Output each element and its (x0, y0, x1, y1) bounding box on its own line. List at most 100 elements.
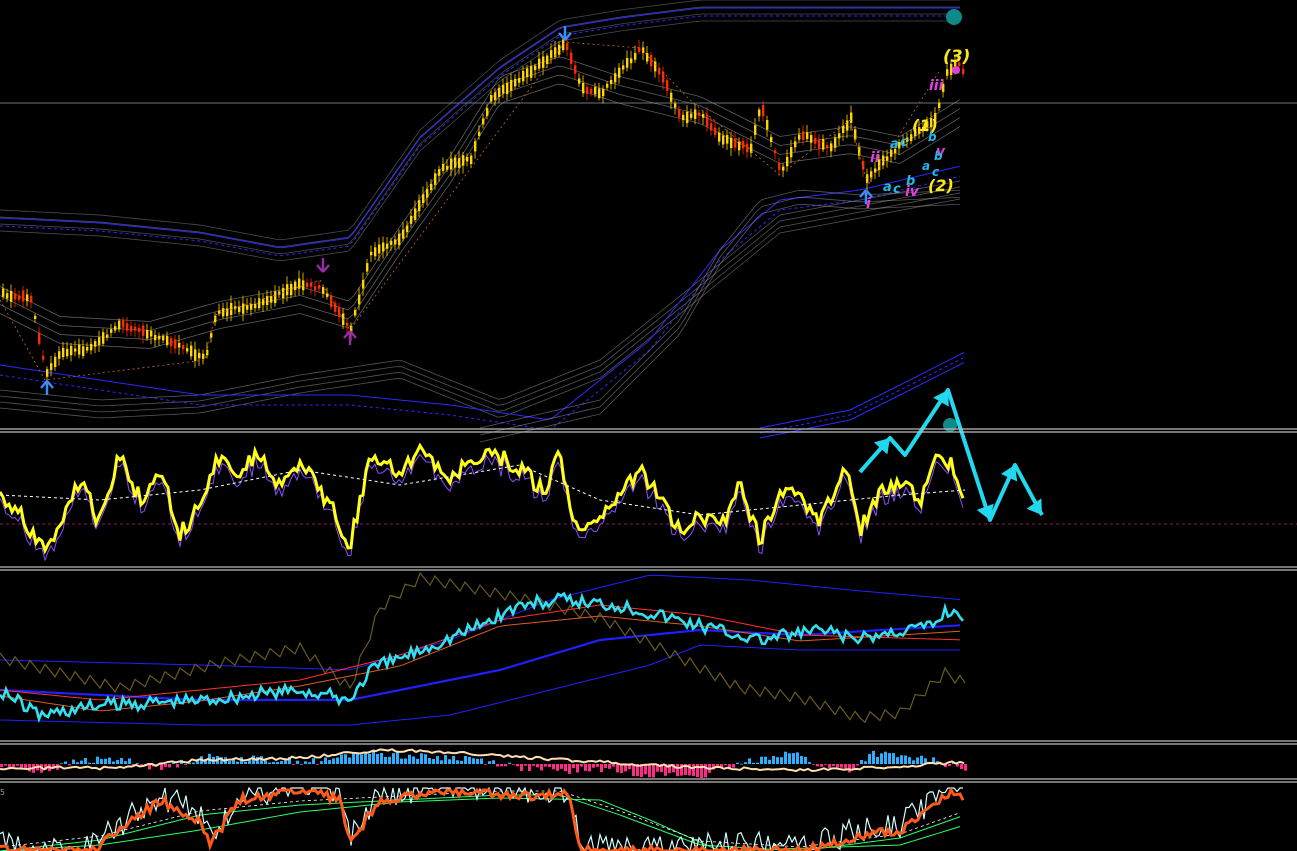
histogram-bar-negative (612, 764, 615, 767)
histogram-bar-negative (820, 764, 823, 767)
ma-upper-band-line (0, 574, 961, 671)
histogram-bar-negative (836, 764, 839, 768)
histogram-bar-negative (504, 764, 507, 767)
histogram-bar-negative (584, 764, 587, 771)
price-candle (158, 335, 161, 340)
wave-pivot-dot (952, 66, 960, 74)
histogram-bar-positive (736, 762, 739, 764)
histogram-bar-negative (608, 764, 611, 769)
price-candle (50, 363, 53, 371)
histogram-bar-positive (84, 758, 87, 764)
price-candle (546, 55, 549, 64)
histogram-bar-positive (880, 753, 883, 764)
wave-label-corrective-c: c (893, 182, 901, 197)
price-candle (502, 84, 505, 94)
price-candle (838, 133, 841, 139)
histogram-bar-negative (560, 764, 563, 769)
histogram-bar-negative (648, 764, 651, 778)
histogram-bar-negative (596, 764, 599, 767)
histogram-bar-positive (264, 760, 267, 764)
price-zigzag-line (0, 41, 941, 381)
histogram-bar-negative (512, 764, 515, 765)
histogram-bar-positive (344, 754, 347, 764)
price-candle (262, 299, 265, 306)
wave-label-corrective-b: b (934, 149, 943, 163)
price-candle (86, 346, 89, 351)
price-candle (498, 87, 501, 97)
histogram-bar-positive (908, 757, 911, 764)
histogram-bar-negative (0, 764, 3, 768)
price-candle (122, 320, 125, 328)
price-candle (138, 327, 141, 332)
price-candle (22, 290, 25, 302)
chart-canvas: (3)(1)(2)iiiiiivvia cba cba c b (0, 0, 1297, 851)
histogram-bar-positive (280, 761, 283, 764)
price-candle (286, 284, 289, 296)
price-candle (242, 303, 245, 314)
wave-label-minor-i: i (866, 196, 871, 212)
price-candle (118, 320, 121, 330)
price-candle (778, 162, 781, 170)
histogram-bar-positive (60, 763, 63, 765)
histogram-bar-negative (832, 764, 835, 767)
price-candle (362, 279, 365, 289)
price-candle (450, 158, 453, 170)
histogram-bar-positive (400, 758, 403, 764)
histogram-bar-positive (860, 759, 863, 764)
price-candle (566, 43, 569, 51)
histogram-bar-positive (460, 760, 463, 764)
wave-label-corrective-a: a (890, 137, 899, 152)
price-candle (382, 242, 385, 252)
price-candle (162, 336, 165, 341)
price-upper-envelope-line (0, 0, 960, 241)
histogram-bar-positive (916, 757, 919, 764)
histogram-bar-positive (124, 761, 127, 764)
price-candle (218, 310, 221, 314)
histogram-bar-negative (592, 764, 595, 768)
price-candle (246, 305, 249, 310)
price-candle (282, 287, 285, 299)
price-candle (690, 113, 693, 118)
price-candle (438, 169, 441, 176)
histogram-bar-positive (800, 756, 803, 764)
histogram-bar-positive (440, 760, 443, 764)
price-candle (698, 112, 701, 116)
price-candle (634, 52, 637, 60)
histogram-bar-positive (108, 757, 111, 764)
price-candle (6, 293, 9, 299)
histogram-bar-negative (316, 764, 319, 765)
price-candle (426, 188, 429, 198)
price-candle (882, 155, 885, 166)
price-candle (482, 118, 485, 125)
histogram-bar-positive (76, 762, 79, 764)
price-mid-envelope-line (0, 83, 961, 349)
histogram-bar-positive (236, 761, 239, 764)
price-candle (102, 332, 105, 344)
price-candle (134, 326, 137, 331)
price-candle (738, 141, 741, 151)
histogram-bar-positive (348, 757, 351, 764)
price-candle (626, 57, 629, 68)
histogram-bar-positive (464, 755, 467, 764)
histogram-bar-negative (12, 764, 15, 768)
price-candle (318, 285, 321, 289)
histogram-bar-positive (64, 761, 67, 764)
price-candle (10, 290, 13, 302)
oscillator-signal-line (0, 453, 964, 562)
price-candle (394, 239, 397, 245)
histogram-bar-positive (296, 760, 299, 764)
up-arrow-marker (40, 380, 54, 395)
price-candle (414, 208, 417, 220)
price-candle (182, 344, 185, 350)
price-candle (506, 82, 509, 95)
price-candle (310, 282, 313, 287)
price-candle (166, 335, 169, 346)
price-candle (846, 120, 849, 131)
price-candle (18, 295, 21, 300)
histogram-bar-negative (556, 764, 559, 771)
price-candle (806, 132, 809, 139)
histogram-bar-positive (100, 759, 103, 764)
price-candle (14, 293, 17, 300)
histogram-bar-positive (340, 754, 343, 764)
price-candle (114, 326, 117, 331)
